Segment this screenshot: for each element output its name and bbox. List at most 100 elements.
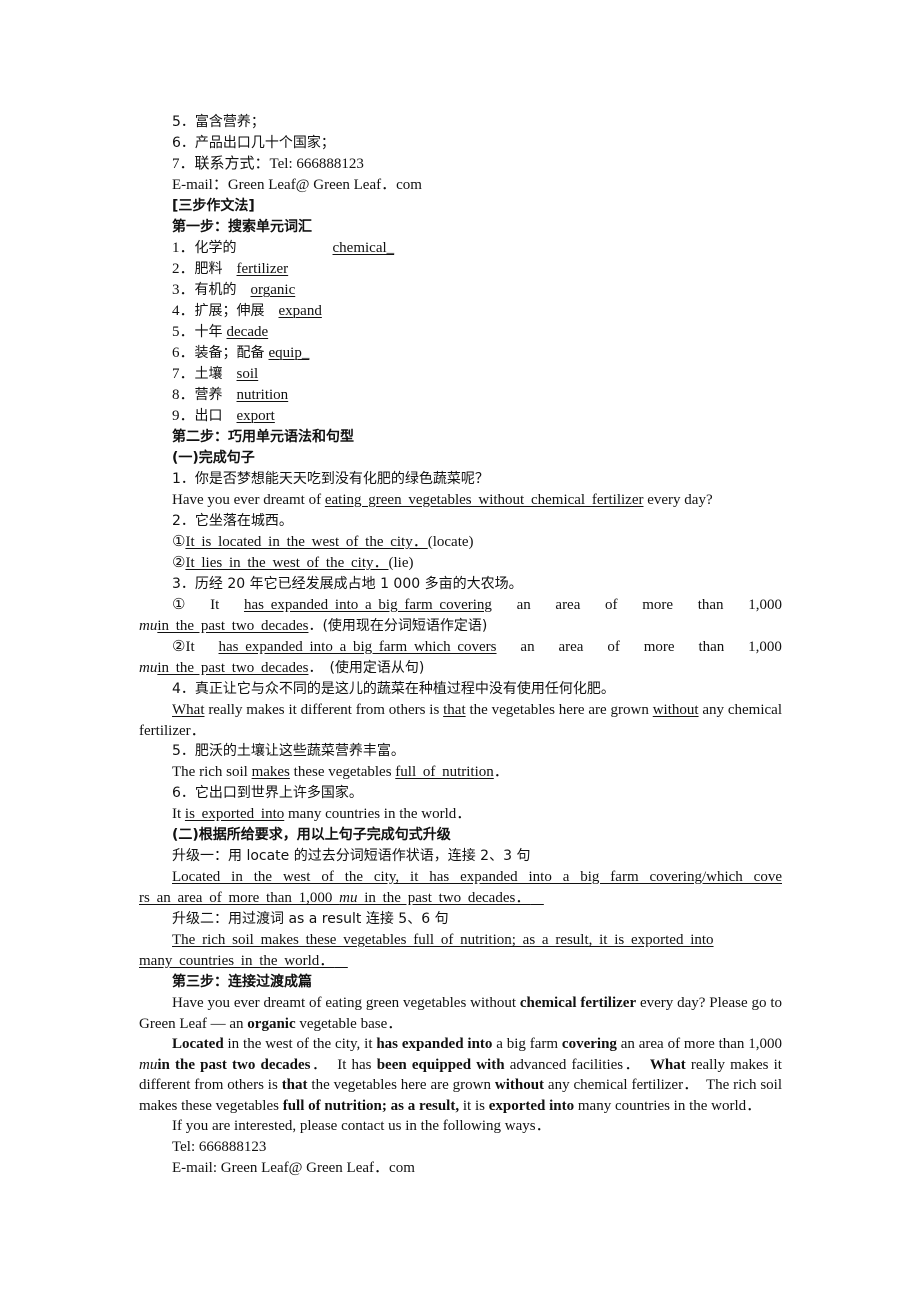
vocab-english: expand xyxy=(278,303,322,319)
answer: many countries in the world． xyxy=(139,953,335,969)
vocab-item: 9．出口 export xyxy=(139,406,782,427)
blank xyxy=(530,890,544,906)
circle-mark: ② xyxy=(172,555,186,571)
vocab-number: 3． xyxy=(172,282,195,298)
vocab-english: chemical_ xyxy=(332,240,395,256)
vocab-number: 5． xyxy=(172,324,195,340)
sentence2-cn: 2．它坐落在城西。 xyxy=(172,513,293,529)
mu-unit: mu xyxy=(139,660,158,676)
word: area xyxy=(555,597,581,613)
vocab-item: 1．化学的 chemical_ xyxy=(139,238,782,259)
document-page: 5．富含营养； 6．产品出口几十个国家； 7．联系方式：Tel: 6668881… xyxy=(139,112,782,1179)
vocab-item: 3．有机的 organic xyxy=(139,280,782,301)
answer: eating green vegetables without chemical… xyxy=(324,492,644,508)
vocab-number: 9． xyxy=(172,408,195,424)
answer: is exported into xyxy=(184,806,285,822)
essay-paragraph-2: Located in the west of the city, it has … xyxy=(139,1034,782,1116)
text: the vegetables here are grown xyxy=(307,1077,495,1093)
upgrade1-answer-line2: rs an area of more than 1,000 mu in the … xyxy=(139,888,782,909)
essay-tel: Tel: 666888123 xyxy=(172,1139,267,1155)
sentence1-cn: 1．你是否梦想能天天吃到没有化肥的绿色蔬菜呢？ xyxy=(172,471,489,487)
answer: rs an area of more than 1,000 xyxy=(139,890,340,906)
bold-phrase: has expanded into xyxy=(376,1036,493,1052)
hint: ． (使用定语从句) xyxy=(308,660,425,676)
vocab-chinese: 化学的 xyxy=(194,240,237,256)
hint: (locate) xyxy=(427,534,474,550)
sentence4-en: What really makes it different from othe… xyxy=(139,700,782,741)
word: more xyxy=(643,639,675,655)
sentence4-cn: 4．真正让它与众不同的是这儿的蔬菜在种植过程中没有使用任何化肥。 xyxy=(172,681,615,697)
sentence3-a-line2: muin the past two decades．(使用现在分词短语作定语) xyxy=(139,616,782,637)
bold-phrase: exported into xyxy=(488,1097,575,1114)
sentence6-en: It is exported into many countries in th… xyxy=(139,804,782,825)
text: vegetable base． xyxy=(295,1015,403,1032)
answer: full of nutrition xyxy=(395,764,494,780)
intro-item: 6．产品出口几十个国家； xyxy=(172,135,335,151)
text: an area of more than 1,000 xyxy=(616,1036,782,1052)
text: Have you ever dreamt of eating green veg… xyxy=(172,995,520,1011)
circle-mark: ②It xyxy=(172,639,195,655)
vocab-item: 7．土壤 soil xyxy=(139,364,782,385)
answer: that xyxy=(443,702,466,718)
vocab-chinese: 扩展；伸展 xyxy=(194,303,265,319)
sentence5-cn: 5．肥沃的土壤让这些蔬菜营养丰富。 xyxy=(172,743,405,759)
upgrade2-answer-line2: many countries in the world． xyxy=(139,951,782,972)
answer: It lies in the west of the city． xyxy=(185,555,389,571)
sentence3-b-line1: ②It has expanded into a big farm which c… xyxy=(139,637,782,658)
part1-title: (一)完成句子 xyxy=(172,450,255,466)
vocab-english: fertilizer xyxy=(236,261,289,277)
bold-phrase: without xyxy=(494,1077,545,1093)
answer: has expanded into a big farm which cover… xyxy=(218,639,497,655)
bold-phrase: What xyxy=(649,1056,686,1073)
text: these vegetables xyxy=(289,764,396,780)
step3-title: 第三步：连接过渡成篇 xyxy=(172,974,312,990)
circle-mark: ① xyxy=(172,597,186,613)
word: an xyxy=(520,639,535,655)
blank xyxy=(334,953,348,969)
vocab-number: 2． xyxy=(172,261,195,277)
essay-email: E-mail: Green Leaf@ Green Leaf．com xyxy=(172,1160,415,1176)
word: 1,000 xyxy=(748,639,782,655)
vocab-chinese: 十年 xyxy=(194,324,223,340)
circle-mark: ① xyxy=(172,534,186,550)
bold-phrase: Located xyxy=(172,1036,224,1052)
answer: It is located in the west of the city． xyxy=(185,534,428,550)
hint: (lie) xyxy=(388,555,414,571)
answer: The rich soil makes these vegetables ful… xyxy=(172,932,714,948)
vocab-english: organic xyxy=(250,282,296,298)
sentence3-b-line2: muin the past two decades． (使用定语从句) xyxy=(139,658,782,679)
text: ． It has xyxy=(310,1056,377,1073)
bold-phrase: full of nutrition; as a result, xyxy=(282,1097,460,1114)
vocab-chinese: 肥料 xyxy=(194,261,223,277)
vocab-item: 8．营养 nutrition xyxy=(139,385,782,406)
word: an xyxy=(516,597,531,613)
text: advanced facilities． xyxy=(504,1056,650,1073)
text: many countries in the world． xyxy=(284,806,472,822)
vocab-english: soil xyxy=(236,366,259,382)
upgrade2-title: 升级二：用过渡词 as a result 连接 5、6 句 xyxy=(172,911,449,927)
sentence2-a: ①It is located in the west of the city．(… xyxy=(139,532,782,553)
bold-phrase: organic xyxy=(247,1015,296,1032)
upgrade1-answer-line1: Located in the west of the city, it has … xyxy=(139,867,782,888)
text: It xyxy=(210,597,220,613)
vocab-item: 6．装备；配备 equip_ xyxy=(139,343,782,364)
text: many countries in the world． xyxy=(574,1097,762,1114)
step2-title: 第二步：巧用单元语法和句型 xyxy=(172,429,354,445)
bold-phrase: covering xyxy=(561,1036,617,1052)
bold-phrase: in the past two decades xyxy=(157,1056,311,1073)
answer: without xyxy=(652,702,699,718)
vocab-list: 1．化学的 chemical_ 2．肥料 fertilizer 3．有机的 organic… xyxy=(139,238,782,427)
answer: in the past two decades xyxy=(157,618,309,634)
vocab-english: export xyxy=(236,408,275,424)
text: ． xyxy=(493,764,509,780)
word: area xyxy=(558,639,584,655)
word: of xyxy=(607,639,620,655)
text: The rich soil xyxy=(172,764,252,780)
vocab-chinese: 土壤 xyxy=(194,366,223,382)
word: than xyxy=(698,639,725,655)
sentence3-a-line1: ① It has expanded into a big farm coveri… xyxy=(139,595,782,616)
hint: ．(使用现在分词短语作定语) xyxy=(308,618,488,634)
text: in the west of the city, it xyxy=(223,1036,377,1052)
upgrade2-answer-line1: The rich soil makes these vegetables ful… xyxy=(139,930,782,951)
essay-paragraph-1: Have you ever dreamt of eating green veg… xyxy=(139,993,782,1034)
